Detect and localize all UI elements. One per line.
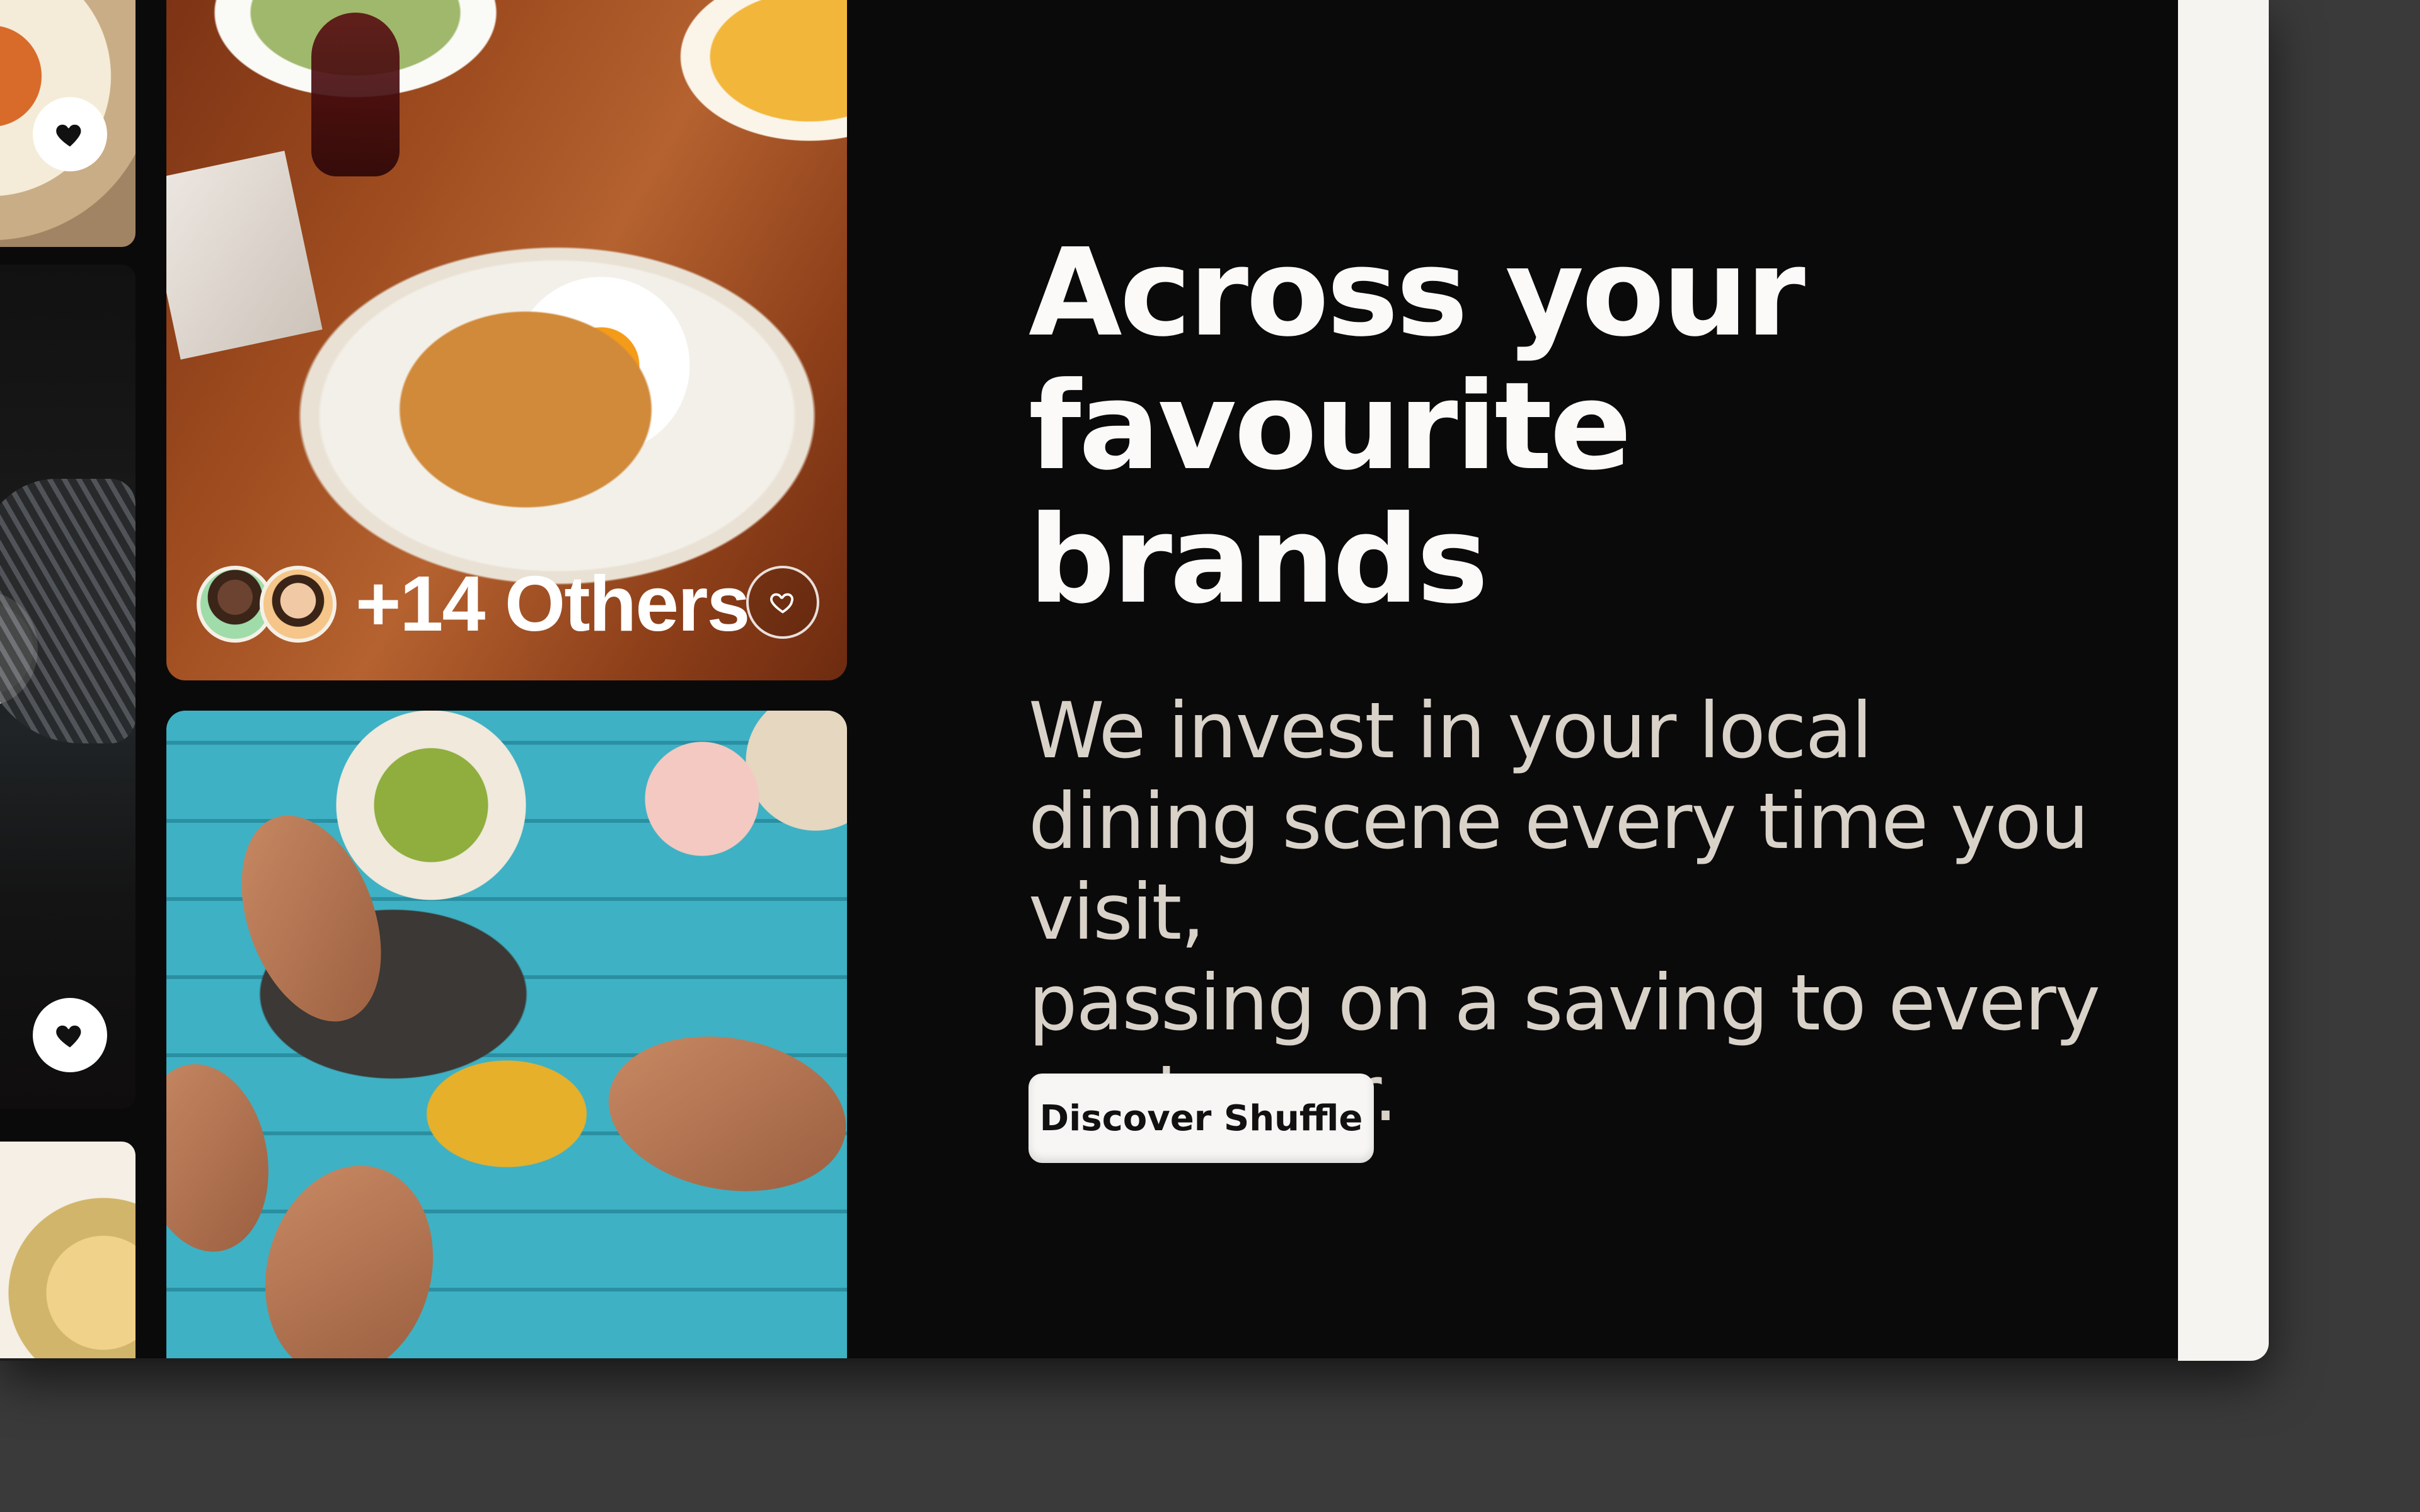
chef-arm-image xyxy=(0,479,135,743)
heart-icon xyxy=(56,1025,81,1048)
food-card-partial-middle[interactable]: s xyxy=(0,265,135,1109)
heart-outline-icon xyxy=(770,593,794,614)
food-card-tacos[interactable] xyxy=(166,711,847,1361)
hero-description: We invest in your local dining scene eve… xyxy=(1028,686,2100,1138)
side-panel xyxy=(2178,0,2269,1361)
wine-glass-image xyxy=(311,13,400,176)
avatar xyxy=(260,566,337,643)
food-card-partial-bottom[interactable] xyxy=(0,1142,135,1361)
favorite-button[interactable] xyxy=(746,566,819,639)
window-bottom-edge xyxy=(0,1358,2178,1361)
hand-image xyxy=(242,1147,456,1361)
favorite-button[interactable] xyxy=(33,998,107,1072)
hero-section: Across your favourite brands We invest i… xyxy=(1028,227,2100,1139)
avatar-group xyxy=(197,566,337,643)
food-card-partial-top[interactable] xyxy=(0,0,135,247)
napkin-image xyxy=(166,151,323,360)
favorite-button[interactable] xyxy=(33,97,107,171)
others-count-label: +14 Others xyxy=(355,561,750,648)
hero-title: Across your favourite brands xyxy=(1028,223,1806,631)
hand-image xyxy=(166,1053,283,1263)
page-window: s +14 Others Across your favourite brand… xyxy=(0,0,2269,1361)
food-card-schnitzel[interactable]: +14 Others xyxy=(166,0,847,680)
heart-icon xyxy=(56,124,81,147)
discover-shuffle-button[interactable]: Discover Shuffle xyxy=(1028,1074,1374,1163)
hand-image xyxy=(215,796,408,1041)
hand-image xyxy=(596,1018,847,1210)
